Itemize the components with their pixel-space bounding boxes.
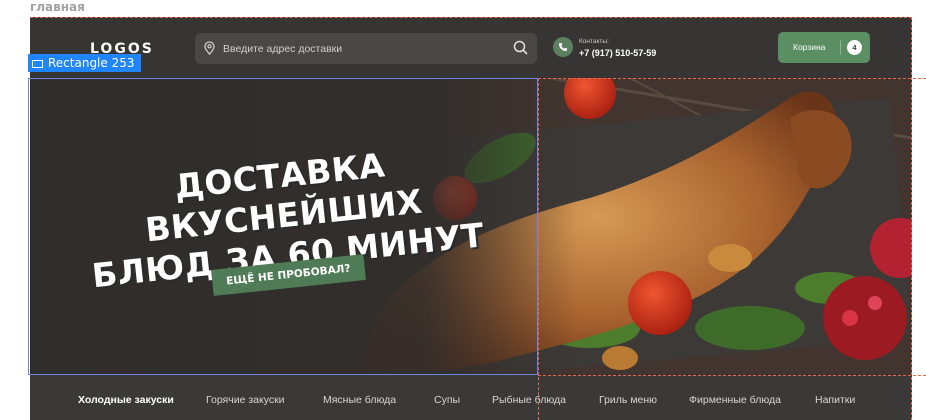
cart-count-badge: 4 xyxy=(847,40,862,55)
nav-item-drinks[interactable]: Напитки xyxy=(815,394,855,406)
category-nav: Холодные закуски Горячие закуски Мясные … xyxy=(30,375,912,420)
frame-icon xyxy=(32,60,43,68)
nav-item-soups[interactable]: Супы xyxy=(434,394,460,406)
search-input[interactable] xyxy=(223,39,503,59)
selection-label[interactable]: Rectangle 253 xyxy=(28,54,141,72)
nav-item-meat-dishes[interactable]: Мясные блюда xyxy=(323,394,396,406)
nav-item-grill-menu[interactable]: Гриль меню xyxy=(599,394,657,406)
nav-item-fish-dishes[interactable]: Рыбные блюда xyxy=(492,394,566,406)
phone-number[interactable]: +7 (917) 510-57-59 xyxy=(579,48,656,58)
guide-line xyxy=(538,78,539,420)
phone-icon[interactable] xyxy=(553,37,573,57)
nav-item-cold-appetizers[interactable]: Холодные закуски xyxy=(78,394,174,406)
search-icon[interactable] xyxy=(513,40,528,60)
guide-line xyxy=(538,375,926,376)
guide-line xyxy=(538,78,926,79)
frame-label[interactable]: главная xyxy=(30,0,85,14)
address-search[interactable] xyxy=(195,33,537,64)
nav-item-signature-dishes[interactable]: Фирменные блюда xyxy=(689,394,781,406)
guide-line xyxy=(30,17,912,18)
selection-outline[interactable] xyxy=(28,78,538,375)
cart-divider xyxy=(840,40,841,55)
selection-label-text: Rectangle 253 xyxy=(48,56,135,70)
cart-label: Корзина xyxy=(793,42,826,52)
location-pin-icon xyxy=(204,41,215,60)
contacts-label: Контакты: xyxy=(579,38,609,45)
guide-line xyxy=(911,17,912,420)
site-header: LOGOS Контакты: +7 (917) 510-57-59 Корзи… xyxy=(30,17,912,78)
cart-button[interactable]: Корзина 4 xyxy=(778,32,870,63)
nav-item-hot-appetizers[interactable]: Горячие закуски xyxy=(206,394,285,406)
